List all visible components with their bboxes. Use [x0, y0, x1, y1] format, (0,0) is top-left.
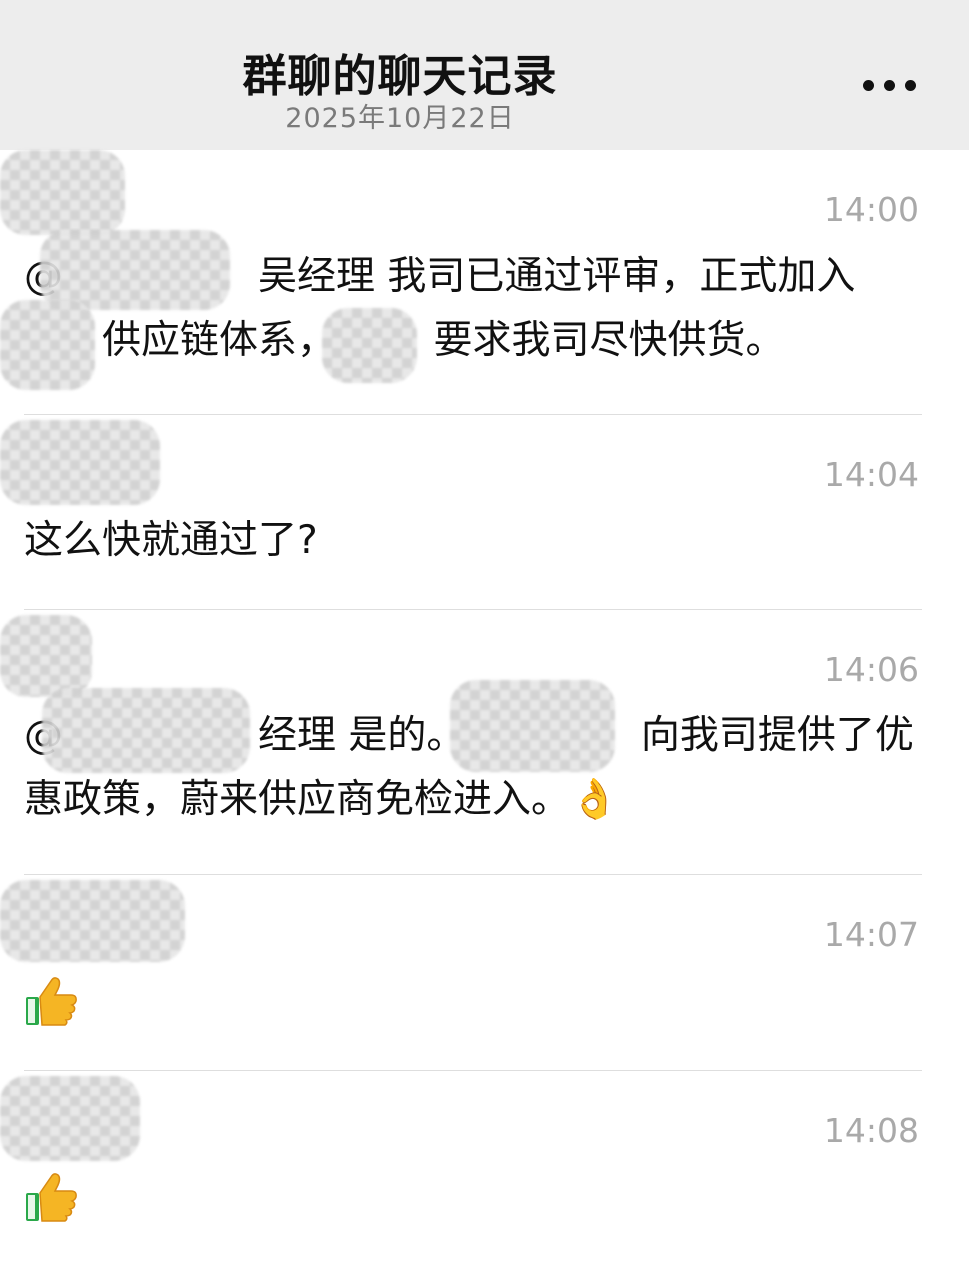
message-text: 这么快就通过了?: [24, 518, 318, 563]
redacted-mention: [40, 230, 230, 310]
thumbs-up-icon: [26, 977, 77, 1026]
chat-history-header: 群聊的聊天记录 2025年10月22日: [0, 0, 969, 150]
redacted-mention: [42, 688, 250, 773]
message-time: 14:04: [823, 455, 919, 494]
message-item: 14:00 @ 吴经理 我司已通过评审，正式加入 供应链体系， 要求我司尽快供货…: [0, 150, 969, 415]
more-dots-icon: [863, 80, 874, 91]
message-time: 14:00: [823, 190, 919, 229]
message-time: 14:06: [823, 650, 919, 689]
more-button[interactable]: [855, 62, 925, 106]
more-dot: [884, 80, 895, 91]
message-time: 14:07: [823, 915, 919, 954]
message-item: 14:07: [0, 875, 969, 1070]
chat-date: 2025年10月22日: [285, 103, 515, 134]
sender-avatar-name-redacted: [0, 1076, 140, 1161]
redacted-customer: [322, 308, 417, 383]
sender-avatar-name-redacted: [0, 420, 160, 505]
message-item: 14:08: [0, 1071, 969, 1280]
message-item: 14:06 @ 经理 是的。 向我司提供了优 惠政策，蔚来供应商免检进入。👌: [0, 610, 969, 875]
redacted-company: [0, 300, 95, 390]
message-item: 14:04 这么快就通过了?: [0, 415, 969, 610]
message-time: 14:08: [823, 1111, 919, 1150]
sender-avatar-name-redacted: [0, 150, 125, 235]
redacted-company: [450, 680, 615, 772]
page-title: 群聊的聊天记录: [242, 51, 558, 102]
sender-avatar-name-redacted: [0, 880, 185, 962]
sender-avatar-name-redacted: [0, 615, 92, 697]
more-dot: [905, 80, 916, 91]
thumbs-up-icon: [26, 1173, 77, 1222]
